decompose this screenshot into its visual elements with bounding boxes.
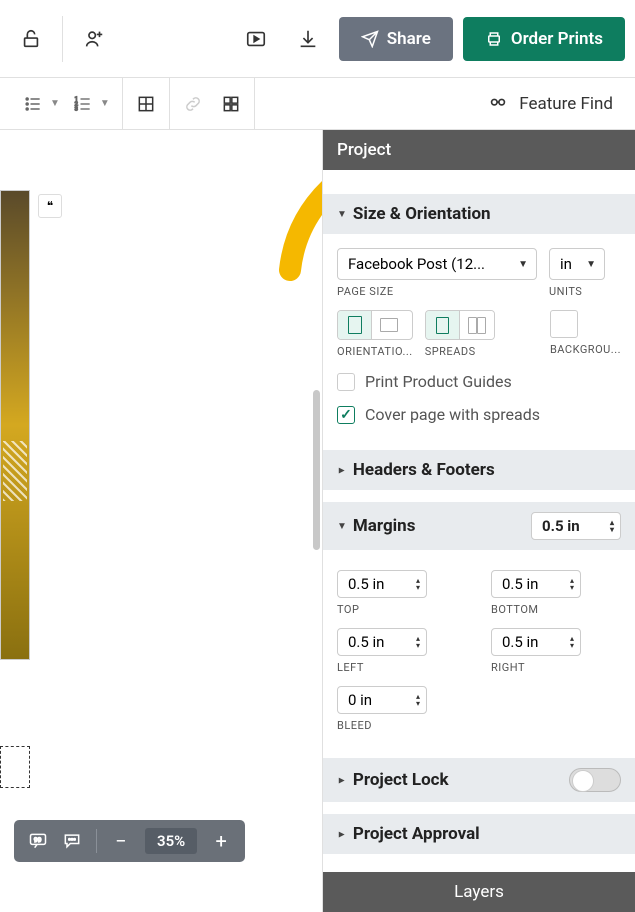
- section-title: Margins: [353, 516, 416, 536]
- caret-right-icon: ▼: [336, 829, 347, 839]
- margin-left-label: LEFT: [337, 661, 467, 674]
- page-size-dropdown[interactable]: Facebook Post (12...: [337, 248, 537, 280]
- portrait-option[interactable]: [338, 311, 372, 339]
- comment-icon[interactable]: 99: [28, 831, 48, 851]
- play-video-icon[interactable]: [235, 18, 277, 60]
- canvas-area: ❝: [0, 130, 322, 912]
- section-title: Project Lock: [353, 770, 449, 790]
- layers-tab[interactable]: Layers: [323, 872, 635, 912]
- zoom-value[interactable]: 35%: [145, 828, 197, 854]
- cover-spreads-label: Cover page with spreads: [365, 405, 540, 424]
- margin-bottom-stepper[interactable]: 0.5 in: [491, 570, 581, 598]
- order-label: Order Prints: [511, 29, 603, 49]
- project-approval-header[interactable]: ▼ Project Approval: [323, 814, 635, 854]
- margin-left-stepper[interactable]: 0.5 in: [337, 628, 427, 656]
- section-title: Project Approval: [353, 824, 480, 844]
- margin-top-stepper[interactable]: 0.5 in: [337, 570, 427, 598]
- table-icon[interactable]: [135, 93, 157, 115]
- print-guides-checkbox[interactable]: [337, 373, 355, 391]
- caret-down-icon: ▼: [337, 209, 347, 220]
- chevron-down-icon[interactable]: ▼: [100, 98, 110, 109]
- background-label: BACKGROU...: [550, 343, 621, 356]
- svg-text:99: 99: [34, 836, 42, 844]
- orientation-label: ORIENTATIO...: [337, 345, 413, 358]
- margins-header[interactable]: ▼ Margins 0.5 in: [323, 502, 635, 550]
- chevron-down-icon[interactable]: ▼: [50, 98, 60, 109]
- project-tab[interactable]: Project: [323, 130, 635, 170]
- divider: [62, 16, 63, 62]
- spreads-toggle[interactable]: [425, 310, 495, 340]
- order-prints-button[interactable]: Order Prints: [463, 17, 625, 61]
- bleed-label: BLEED: [337, 719, 467, 732]
- cover-spreads-checkbox[interactable]: [337, 406, 355, 424]
- size-orientation-body: Facebook Post (12... PAGE SIZE in UNITS …: [323, 234, 635, 438]
- lock-icon[interactable]: [10, 18, 52, 60]
- margin-top-label: TOP: [337, 603, 467, 616]
- bullet-list-icon[interactable]: [22, 93, 44, 115]
- placeholder-rect[interactable]: [0, 746, 30, 788]
- svg-text:3: 3: [75, 106, 78, 112]
- margin-bottom-label: BOTTOM: [491, 603, 621, 616]
- quote-icon[interactable]: ❝: [38, 194, 62, 218]
- feature-find-label: Feature Find: [519, 94, 613, 114]
- bleed-stepper[interactable]: 0 in: [337, 686, 427, 714]
- scrollbar[interactable]: [313, 390, 320, 550]
- size-orientation-header[interactable]: ▼ Size & Orientation: [323, 194, 635, 234]
- project-lock-header[interactable]: ▼ Project Lock: [323, 758, 635, 802]
- caret-down-icon: ▼: [337, 521, 347, 532]
- project-lock-toggle[interactable]: [569, 768, 621, 792]
- landscape-option[interactable]: [372, 311, 406, 339]
- page-size-label: PAGE SIZE: [337, 285, 537, 298]
- background-color[interactable]: [550, 310, 578, 338]
- spreads-label: SPREADS: [425, 345, 495, 358]
- section-title: Size & Orientation: [353, 204, 491, 224]
- orientation-toggle[interactable]: [337, 310, 413, 340]
- margins-body: 0.5 in TOP 0.5 in BOTTOM 0.5 in LEFT 0.5…: [323, 550, 635, 746]
- grid-icon[interactable]: [220, 93, 242, 115]
- properties-panel: Project ▼ Size & Orientation Facebook Po…: [322, 130, 635, 912]
- sub-toolbar: ▼ 123 ▼ Feature Find: [0, 78, 635, 130]
- margins-default-stepper[interactable]: 0.5 in: [531, 512, 621, 540]
- caret-right-icon: ▼: [336, 465, 347, 475]
- double-spread[interactable]: [460, 311, 494, 339]
- canvas-preview[interactable]: [0, 190, 30, 660]
- units-label: UNITS: [549, 285, 605, 298]
- print-guides-label: Print Product Guides: [365, 372, 512, 391]
- share-button[interactable]: Share: [339, 17, 453, 61]
- link-icon[interactable]: [182, 93, 204, 115]
- share-label: Share: [387, 29, 431, 49]
- chat-icon[interactable]: [62, 831, 82, 851]
- arrow-annotation: [270, 130, 322, 310]
- single-spread[interactable]: [426, 311, 460, 339]
- headers-footers-header[interactable]: ▼ Headers & Footers: [323, 450, 635, 490]
- divider: [96, 829, 97, 853]
- zoom-in-button[interactable]: +: [211, 829, 231, 853]
- top-toolbar: Share Order Prints: [0, 0, 635, 78]
- caret-right-icon: ▼: [336, 775, 347, 785]
- add-user-icon[interactable]: [73, 18, 115, 60]
- zoom-bar: 99 − 35% +: [14, 820, 245, 862]
- zoom-out-button[interactable]: −: [111, 829, 131, 853]
- units-dropdown[interactable]: in: [549, 248, 605, 280]
- download-icon[interactable]: [287, 18, 329, 60]
- section-title: Headers & Footers: [353, 460, 495, 480]
- feature-find-button[interactable]: Feature Find: [475, 93, 625, 115]
- margin-right-label: RIGHT: [491, 661, 621, 674]
- margin-right-stepper[interactable]: 0.5 in: [491, 628, 581, 656]
- numbered-list-icon[interactable]: 123: [72, 93, 94, 115]
